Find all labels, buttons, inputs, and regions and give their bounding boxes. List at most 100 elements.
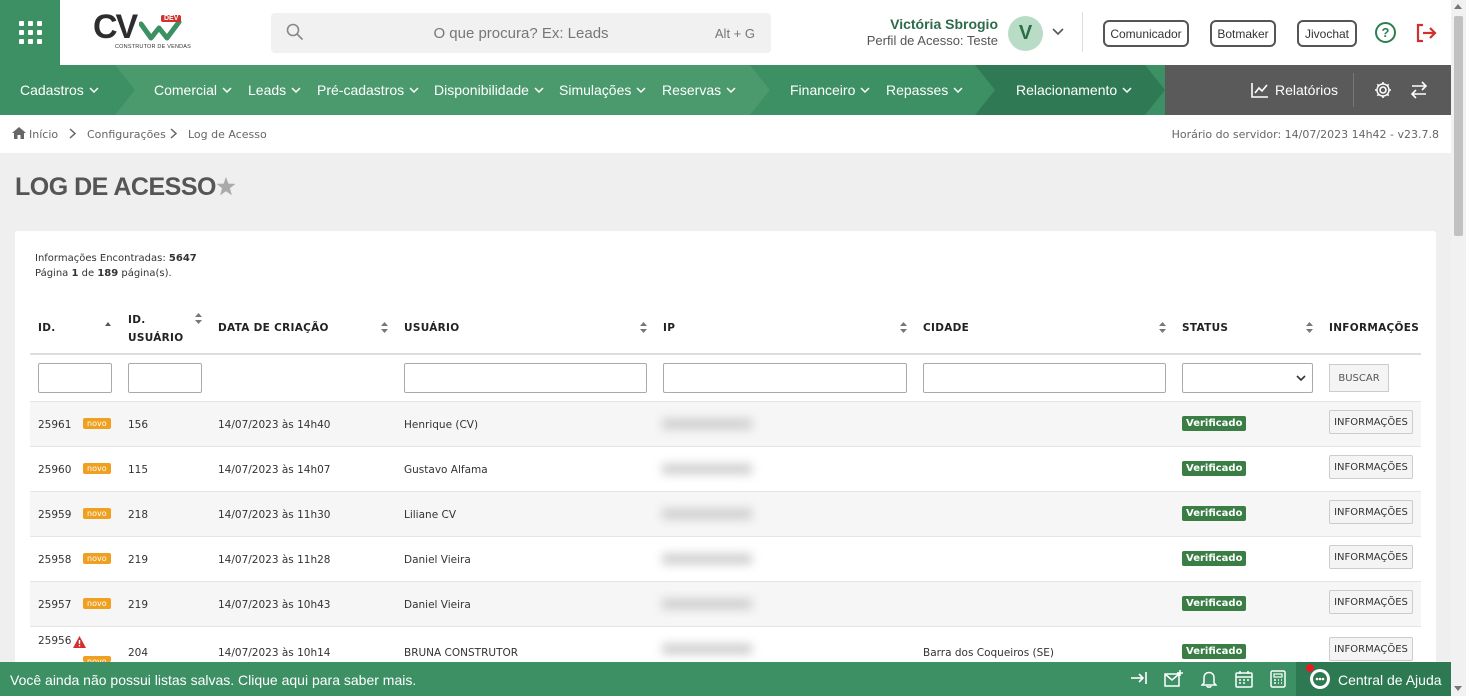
page-label: Página <box>35 268 69 279</box>
info-button[interactable]: INFORMAÇÕES <box>1329 545 1413 569</box>
bell-icon[interactable] <box>1201 670 1217 688</box>
nav-comercial[interactable]: Comercial <box>154 65 232 115</box>
search-shortcut: Alt + G <box>714 25 755 41</box>
filter-user-id-input[interactable] <box>128 363 202 393</box>
help-icon[interactable]: ? <box>1375 22 1396 43</box>
scroll-down-arrow[interactable] <box>1454 686 1462 691</box>
chevron-right-icon <box>69 128 76 139</box>
logo-subtitle: CONSTRUTOR DE VENDAS <box>115 44 192 50</box>
page-suffix: página(s). <box>121 268 172 279</box>
home-icon[interactable] <box>12 127 26 139</box>
sort-icon[interactable] <box>640 322 647 333</box>
swap-icon[interactable] <box>1410 81 1428 99</box>
scroll-up-arrow[interactable] <box>1454 4 1462 9</box>
chevron-down-icon[interactable] <box>1052 28 1064 36</box>
chevron-down-icon <box>409 87 419 93</box>
info-button[interactable]: INFORMAÇÕES <box>1329 410 1413 434</box>
chevron-down-icon <box>636 87 646 93</box>
column-header-id[interactable]: ID. <box>38 322 56 334</box>
botmaker-button[interactable]: Botmaker <box>1210 20 1276 47</box>
column-header-user-id[interactable]: ID. USUÁRIO <box>128 311 188 347</box>
saved-lists-message[interactable]: Você ainda não possui listas salvas. Cli… <box>10 672 416 688</box>
star-icon[interactable] <box>216 177 236 196</box>
column-header-created[interactable]: DATA DE CRIAÇÃO <box>218 322 329 334</box>
help-center-label: Central de Ajuda <box>1338 672 1442 688</box>
user-name: Victória Sbrogio <box>890 16 998 32</box>
cell-ip-redacted <box>650 635 770 665</box>
cell-id: 25961 <box>38 419 72 431</box>
search-bar[interactable]: O que procura? Ex: Leads Alt + G <box>271 13 771 53</box>
jivochat-button[interactable]: Jivochat <box>1297 20 1357 47</box>
nav-disponibilidade[interactable]: Disponibilidade <box>434 65 544 115</box>
nav-divider <box>1353 73 1354 107</box>
cell-city: Barra dos Coqueiros (SE) <box>923 647 1055 659</box>
logo[interactable]: CV DEV CONSTRUTOR DE VENDAS <box>93 8 192 54</box>
calculator-icon[interactable] <box>1270 670 1286 688</box>
nav-tools: Relatórios <box>1165 65 1451 115</box>
search-button[interactable]: BUSCAR <box>1329 364 1389 392</box>
column-header-ip[interactable]: IP <box>663 322 675 334</box>
log-table-card: Informações Encontradas: 5647 Página 1 d… <box>15 231 1436 671</box>
nav-label: Cadastros <box>20 82 84 98</box>
table-row: 25960 novo 115 14/07/2023 às 14h07 Gustavo A… <box>30 446 1421 491</box>
warning-icon <box>73 636 86 648</box>
column-header-city[interactable]: CIDADE <box>923 322 969 334</box>
comunicador-button[interactable]: Comunicador <box>1103 20 1189 47</box>
column-header-info: INFORMAÇÕES <box>1329 322 1420 334</box>
nav-simulacoes[interactable]: Simulações <box>559 65 646 115</box>
breadcrumb-configuracoes[interactable]: Configurações <box>87 128 166 141</box>
page-current: 1 <box>71 268 79 279</box>
nav-leads[interactable]: Leads <box>248 65 301 115</box>
avatar[interactable]: V <box>1008 16 1043 51</box>
cell-ip-redacted <box>650 590 770 620</box>
help-center-button[interactable]: Central de Ajuda <box>1296 662 1451 696</box>
nav-reservas[interactable]: Reservas <box>662 65 736 115</box>
filter-city-input[interactable] <box>923 363 1166 393</box>
nav-label: Financeiro <box>790 82 856 98</box>
nav-relacionamento[interactable]: Relacionamento <box>1016 65 1132 115</box>
cell-created: 14/07/2023 às 10h43 <box>218 599 331 611</box>
column-header-user[interactable]: USUÁRIO <box>404 322 459 334</box>
info-button[interactable]: INFORMAÇÕES <box>1329 500 1413 524</box>
cell-user: BRUNA CONSTRUTOR <box>404 647 519 659</box>
nav-pre-cadastros[interactable]: Pré-cadastros <box>317 65 419 115</box>
search-placeholder: O que procura? Ex: Leads <box>433 24 609 42</box>
nav-financeiro[interactable]: Financeiro <box>790 65 870 115</box>
novo-badge: novo <box>83 463 111 474</box>
grid-icon <box>18 21 42 44</box>
column-header-status[interactable]: STATUS <box>1182 322 1228 334</box>
main-nav: Cadastros Comercial Leads Pré-cadastros … <box>0 65 1451 115</box>
gear-icon[interactable] <box>1374 81 1392 99</box>
chevron-down-icon <box>1296 375 1306 382</box>
sort-icon[interactable] <box>1306 322 1313 333</box>
nav-label: Disponibilidade <box>434 82 529 98</box>
filter-status-select[interactable] <box>1182 363 1313 393</box>
cell-id: 25956 <box>38 635 72 647</box>
scroll-thumb[interactable] <box>1454 16 1463 236</box>
nav-cadastros[interactable]: Cadastros <box>20 65 99 115</box>
nav-relatorios[interactable]: Relatórios <box>1251 65 1338 115</box>
filter-id-input[interactable] <box>38 363 112 393</box>
sort-icon[interactable] <box>381 322 388 333</box>
info-button[interactable]: INFORMAÇÕES <box>1329 637 1413 661</box>
filter-user-input[interactable] <box>404 363 647 393</box>
filter-ip-input[interactable] <box>663 363 907 393</box>
logout-icon[interactable] <box>1414 22 1438 44</box>
calendar-icon[interactable] <box>1235 670 1253 688</box>
collapse-right-icon[interactable] <box>1130 670 1148 686</box>
info-button[interactable]: INFORMAÇÕES <box>1329 590 1413 614</box>
sort-icon[interactable] <box>900 322 907 333</box>
mail-add-icon[interactable] <box>1164 670 1184 688</box>
nav-repasses[interactable]: Repasses <box>886 65 963 115</box>
apps-menu-button[interactable] <box>0 0 60 65</box>
breadcrumb-inicio[interactable]: Início <box>29 128 58 141</box>
sort-icon[interactable] <box>1159 322 1166 333</box>
user-info[interactable]: Victória Sbrogio Perfil de Acesso: Teste <box>867 16 998 49</box>
sort-icon[interactable] <box>195 313 202 324</box>
sort-asc-icon[interactable] <box>105 322 111 326</box>
cell-ip-redacted <box>650 455 770 485</box>
info-button[interactable]: INFORMAÇÕES <box>1329 455 1413 479</box>
user-profile: Perfil de Acesso: Teste <box>866 33 998 48</box>
page-scrollbar[interactable] <box>1451 0 1466 696</box>
cell-created: 14/07/2023 às 11h28 <box>218 554 331 566</box>
